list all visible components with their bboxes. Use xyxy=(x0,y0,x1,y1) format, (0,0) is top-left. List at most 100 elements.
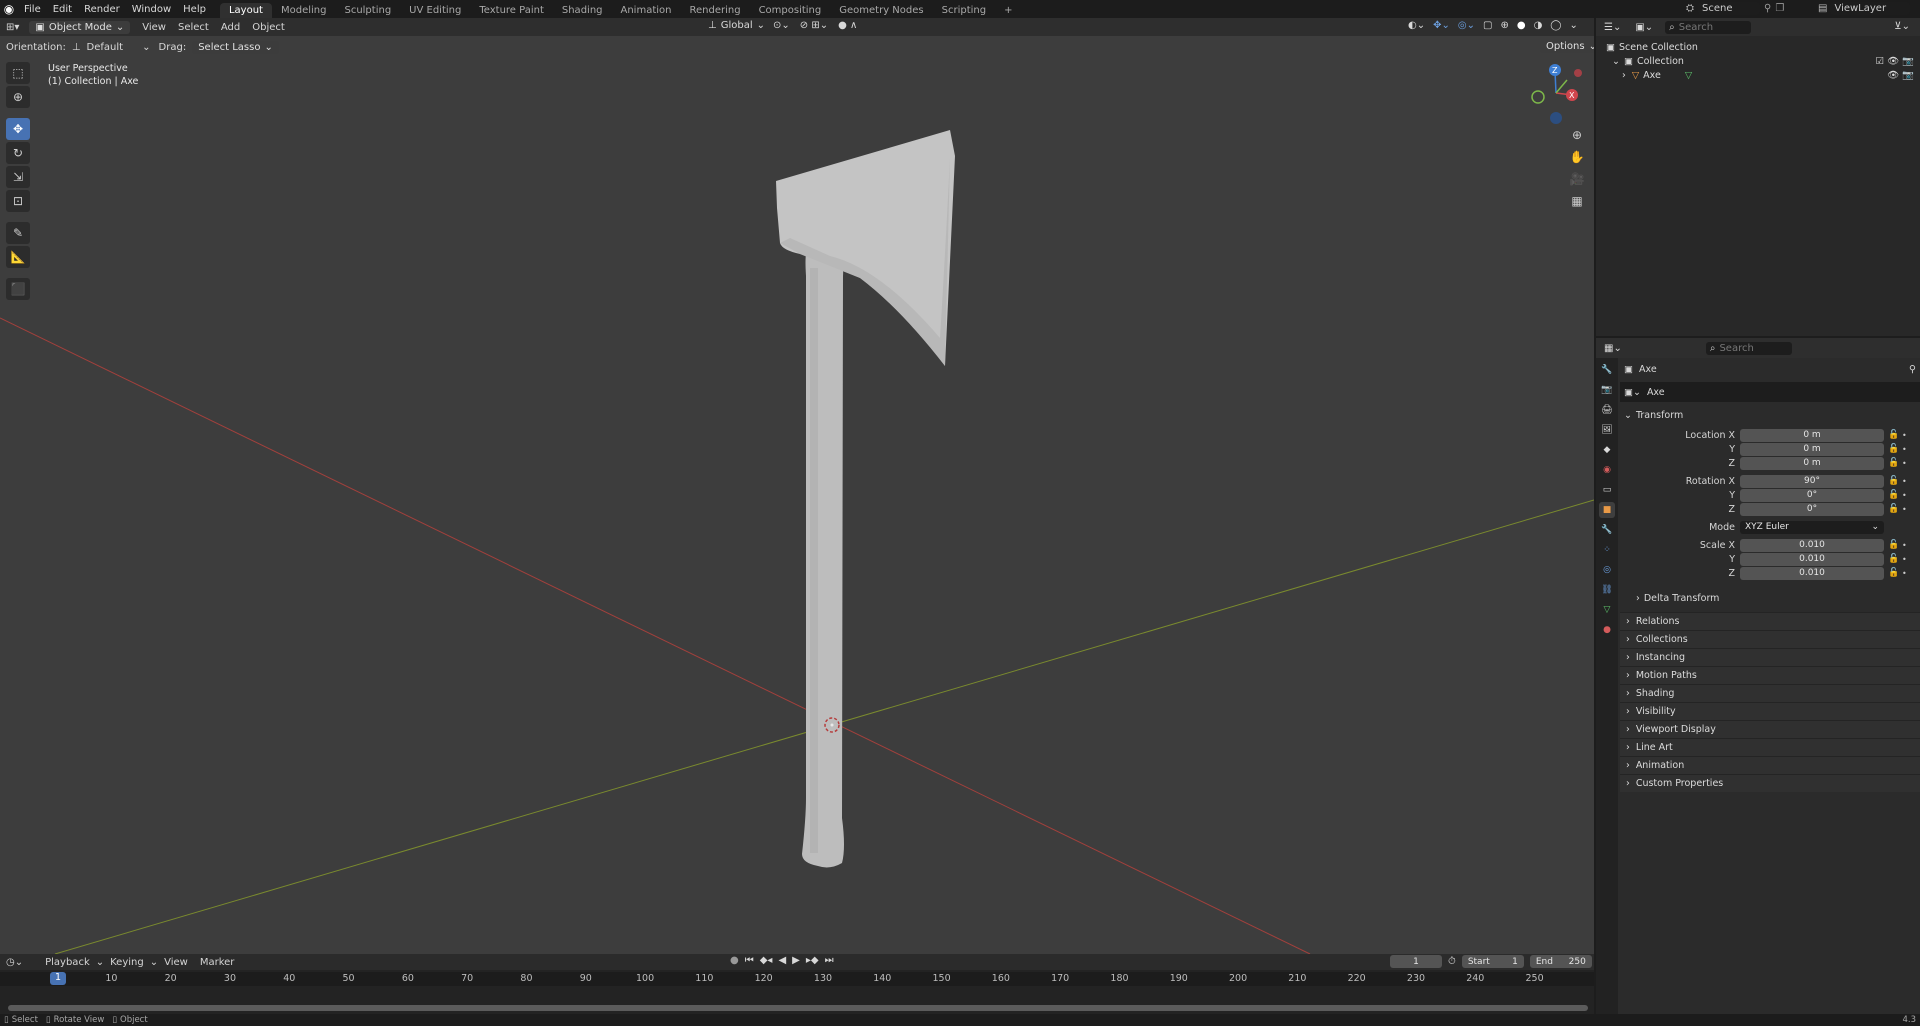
pin-icon[interactable]: ⚲ xyxy=(1909,364,1916,375)
outliner-row[interactable]: ▣ Scene Collection xyxy=(1606,40,1920,54)
world-tab-icon[interactable]: ◉ xyxy=(1599,462,1615,478)
mode-dropdown[interactable]: ▣ Object Mode ⌄ xyxy=(29,20,131,34)
drag-dropdown[interactable]: Select Lasso ⌄ xyxy=(192,40,279,54)
menu-marker[interactable]: Marker xyxy=(194,957,241,968)
tab-scripting[interactable]: Scripting xyxy=(933,3,995,18)
tab-rendering[interactable]: Rendering xyxy=(680,3,749,18)
keyframe-dot-icon[interactable]: • xyxy=(1902,569,1907,578)
mesh-data-icon[interactable]: ▽ xyxy=(1685,70,1692,81)
move-tool-icon[interactable]: ✥ xyxy=(6,118,30,140)
tool-tab-icon[interactable]: 🔧 xyxy=(1599,362,1615,378)
panel-animation[interactable]: › Animation xyxy=(1620,756,1920,774)
output-tab-icon[interactable]: 🖨 xyxy=(1599,402,1615,418)
shading-solid-icon[interactable]: ● xyxy=(1517,20,1526,31)
overlay-toggle-icon[interactable]: ◎⌄ xyxy=(1458,20,1475,31)
lock-icon[interactable]: 🔓 xyxy=(1888,540,1899,550)
tab-shading[interactable]: Shading xyxy=(553,3,612,18)
annotate-tool-icon[interactable]: ✎ xyxy=(6,222,30,244)
lock-icon[interactable]: 🔓 xyxy=(1888,554,1899,564)
end-frame-field[interactable]: End 250 xyxy=(1529,955,1592,968)
start-frame-field[interactable]: Start 1 xyxy=(1461,955,1524,968)
keyframe-dot-icon[interactable]: • xyxy=(1902,555,1907,564)
scale-x-field[interactable]: 0.010 xyxy=(1740,538,1884,552)
panel-shading[interactable]: › Shading xyxy=(1620,684,1920,702)
orientation-dropdown[interactable]: Default ⌄ xyxy=(87,42,151,53)
render-tab-icon[interactable]: 📷 xyxy=(1599,382,1615,398)
menu-render[interactable]: Render xyxy=(78,4,126,15)
gizmo-toggle-icon[interactable]: ✥⌄ xyxy=(1433,20,1450,31)
scene-field[interactable]: Scene xyxy=(1698,2,1760,15)
menu-help[interactable]: Help xyxy=(177,4,212,15)
menu-keying[interactable]: Keying xyxy=(104,957,150,968)
rotation-x-field[interactable]: 90° xyxy=(1740,474,1884,488)
properties-search[interactable]: ⌕ Search xyxy=(1705,341,1792,355)
rotation-mode-dropdown[interactable]: XYZ Euler ⌄ xyxy=(1740,520,1884,534)
blender-logo-icon[interactable]: ◉ xyxy=(0,0,18,18)
gizmo-neg-x-ball[interactable] xyxy=(1574,69,1582,77)
modifier-tab-icon[interactable]: 🔧 xyxy=(1599,522,1615,538)
play-reverse-icon[interactable]: ◀ xyxy=(778,955,786,966)
lock-icon[interactable]: 🔓 xyxy=(1888,458,1899,468)
shading-options-icon[interactable]: ⌄ xyxy=(1570,20,1578,31)
lock-icon[interactable]: 🔓 xyxy=(1888,430,1899,440)
axe-visibility-icons[interactable]: 👁 📷 xyxy=(1887,70,1914,81)
autokey-icon[interactable]: ● xyxy=(730,955,739,966)
panel-viewport-display[interactable]: › Viewport Display xyxy=(1620,720,1920,738)
view-layer-field[interactable]: ViewLayer xyxy=(1830,2,1911,15)
panel-relations[interactable]: › Relations xyxy=(1620,612,1920,630)
add-cube-tool-icon[interactable]: ⬛ xyxy=(6,278,30,300)
lock-icon[interactable]: 🔓 xyxy=(1888,476,1899,486)
menu-file[interactable]: File xyxy=(18,4,47,15)
perspective-toggle-icon[interactable]: ▦ xyxy=(1566,190,1588,212)
select-tool-icon[interactable]: ⬚ xyxy=(6,62,30,84)
keyframe-dot-icon[interactable]: • xyxy=(1902,431,1907,440)
menu-select[interactable]: Select xyxy=(172,21,215,34)
location-z-field[interactable]: 0 m xyxy=(1740,456,1884,470)
menu-add[interactable]: Add xyxy=(215,21,246,34)
3d-viewport[interactable]: Z X ⊞▾ ▣ Object Mode ⌄ View Select Add O… xyxy=(0,18,1594,954)
material-tab-icon[interactable]: ● xyxy=(1599,622,1615,638)
tab-geometry-nodes[interactable]: Geometry Nodes xyxy=(830,3,932,18)
measure-tool-icon[interactable]: 📐 xyxy=(6,246,30,268)
object-tab-icon[interactable]: ■ xyxy=(1599,502,1615,518)
particles-tab-icon[interactable]: ⁘ xyxy=(1599,542,1615,558)
stopwatch-icon[interactable]: ⏱ xyxy=(1448,956,1456,967)
lock-icon[interactable]: 🔓 xyxy=(1888,490,1899,500)
proportional-edit-icon[interactable]: ● ∧ xyxy=(838,20,857,31)
options-dropdown[interactable]: Options ⌄ xyxy=(1540,40,1594,53)
panel-custom-properties[interactable]: › Custom Properties xyxy=(1620,774,1920,792)
tab-texture-paint[interactable]: Texture Paint xyxy=(470,3,553,18)
object-name-field[interactable]: ▣⌄ Axe xyxy=(1620,382,1920,402)
location-y-field[interactable]: 0 m xyxy=(1740,442,1884,456)
panel-instancing[interactable]: › Instancing xyxy=(1620,648,1920,666)
outliner-row[interactable]: › ▽ Axe ▽ 👁 📷 xyxy=(1606,68,1920,82)
play-icon[interactable]: ▶ xyxy=(792,955,800,966)
pin-icon[interactable]: ⚲ xyxy=(1764,3,1771,14)
scale-y-field[interactable]: 0.010 xyxy=(1740,552,1884,566)
menu-edit[interactable]: Edit xyxy=(47,4,78,15)
shading-material-icon[interactable]: ◑ xyxy=(1534,20,1543,31)
tab-compositing[interactable]: Compositing xyxy=(750,3,831,18)
rotation-y-field[interactable]: 0° xyxy=(1740,488,1884,502)
delta-transform-subpanel[interactable]: › Delta Transform xyxy=(1620,588,1920,608)
pivot-icon[interactable]: ⊙⌄ xyxy=(773,20,790,31)
jump-start-icon[interactable]: ⏮ xyxy=(745,955,754,966)
filter-icon[interactable]: ⊻⌄ xyxy=(1894,21,1910,32)
gizmo-neg-z-ball[interactable] xyxy=(1550,112,1562,124)
view-layer-tab-icon[interactable]: 🖼 xyxy=(1599,422,1615,438)
transform-panel-header[interactable]: ⌄ Transform xyxy=(1620,406,1920,424)
physics-tab-icon[interactable]: ◎ xyxy=(1599,562,1615,578)
keyframe-dot-icon[interactable]: • xyxy=(1902,477,1907,486)
prev-keyframe-icon[interactable]: ◆◂ xyxy=(760,955,773,966)
lock-icon[interactable]: 🔓 xyxy=(1888,444,1899,454)
snap-icon[interactable]: ⊘ ⊞⌄ xyxy=(800,20,828,31)
keyframe-dot-icon[interactable]: • xyxy=(1902,491,1907,500)
visibility-icon[interactable]: ◐⌄ xyxy=(1408,20,1425,31)
keyframe-dot-icon[interactable]: • xyxy=(1902,541,1907,550)
axe-handle[interactable] xyxy=(802,252,844,868)
add-workspace-button[interactable]: + xyxy=(995,3,1021,18)
timeline-scrollbar[interactable] xyxy=(8,1005,1588,1011)
outliner-row[interactable]: ⌄ ▣ Collection ☑ 👁 📷 xyxy=(1606,54,1920,68)
camera-view-icon[interactable]: 🎥 xyxy=(1566,168,1588,190)
data-tab-icon[interactable]: ▽ xyxy=(1599,602,1615,618)
